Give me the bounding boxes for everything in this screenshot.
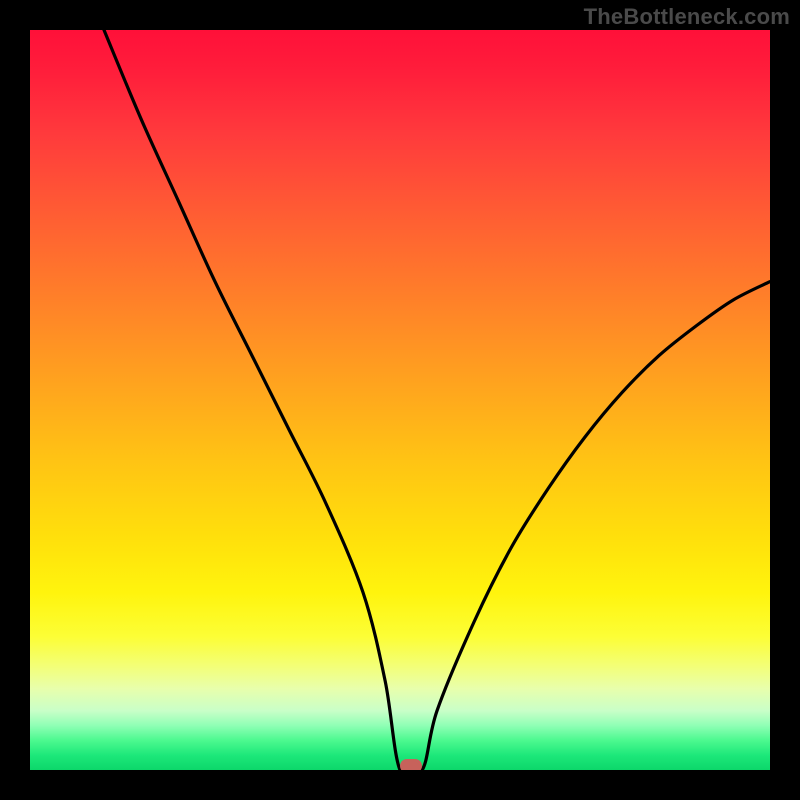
curve-path <box>104 30 770 770</box>
optimum-marker <box>400 759 422 770</box>
watermark-text: TheBottleneck.com <box>584 4 790 30</box>
plot-area <box>30 30 770 770</box>
chart-frame: TheBottleneck.com <box>0 0 800 800</box>
bottleneck-curve <box>30 30 770 770</box>
